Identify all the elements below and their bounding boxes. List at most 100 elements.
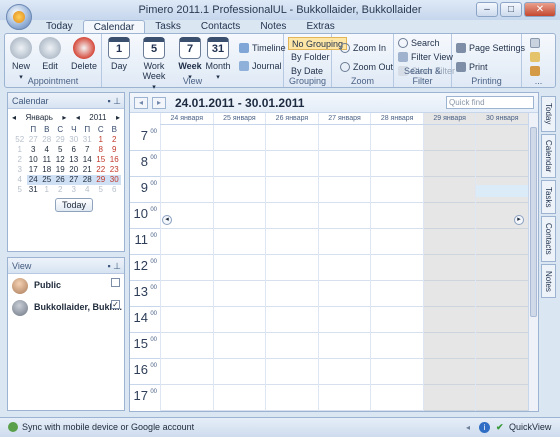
day-cell[interactable]: 5 <box>54 145 68 155</box>
day-cell[interactable]: 30 <box>67 135 81 145</box>
day-cell[interactable]: 22 <box>94 165 108 175</box>
user-checkbox[interactable]: ✓ <box>111 300 120 309</box>
day-cell[interactable]: 16 <box>108 155 122 165</box>
day-cell[interactable]: 15 <box>94 155 108 165</box>
day-header[interactable]: 26 января <box>265 113 318 124</box>
day-cell[interactable]: 4 <box>81 185 95 195</box>
tab-extras[interactable]: Extras <box>296 20 344 34</box>
day-cell[interactable]: 19 <box>54 165 68 175</box>
day-cell-selected[interactable]: 26 <box>53 175 67 185</box>
day-column[interactable] <box>265 125 318 411</box>
vertical-scrollbar[interactable] <box>528 113 538 411</box>
day-cell[interactable]: 2 <box>54 185 68 195</box>
view-item-public[interactable]: Public <box>12 278 122 298</box>
day-cell[interactable]: 8 <box>94 145 108 155</box>
side-tab-notes[interactable]: Notes <box>541 264 556 298</box>
day-header[interactable]: 25 января <box>212 113 266 124</box>
sync-icon[interactable] <box>8 422 18 432</box>
day-cell[interactable]: 27 <box>27 135 41 145</box>
view-item-user[interactable]: Bukkollaider, Bukk... <box>12 300 122 320</box>
copy-button[interactable] <box>530 51 543 64</box>
side-tab-calendar[interactable]: Calendar <box>541 134 556 178</box>
tab-calendar[interactable]: Calendar <box>82 20 146 34</box>
day-header[interactable]: 30 января <box>475 113 529 124</box>
day-cell[interactable]: 2 <box>108 135 122 145</box>
prev-year-button[interactable]: ◂ <box>76 113 80 125</box>
day-cell[interactable]: 4 <box>40 145 54 155</box>
quick-find-input[interactable]: Quick find <box>446 96 534 109</box>
day-cell[interactable]: 31 <box>27 185 41 195</box>
side-tab-contacts[interactable]: Contacts <box>541 216 556 262</box>
cut-button[interactable] <box>530 37 543 50</box>
public-checkbox[interactable] <box>111 278 120 287</box>
day-cell[interactable]: 13 <box>67 155 81 165</box>
day-cell-selected[interactable]: 25 <box>40 175 54 185</box>
tab-today[interactable]: Today <box>36 20 83 34</box>
by-folder-button[interactable]: By Folder <box>291 51 330 64</box>
day-header[interactable]: 27 января <box>317 113 371 124</box>
month-view-button[interactable]: 31 Month ▾ <box>205 37 231 81</box>
journal-button[interactable]: Journal <box>239 60 282 73</box>
day-header[interactable]: 24 января <box>160 113 213 124</box>
day-cell-selected[interactable]: 24 <box>26 175 40 185</box>
new-button[interactable]: New ▾ <box>9 37 33 81</box>
day-cell[interactable]: 31 <box>81 135 95 145</box>
close-button[interactable]: ✕ <box>524 2 556 17</box>
next-week-button[interactable]: ▸ <box>152 97 166 109</box>
day-cell[interactable]: 20 <box>67 165 81 175</box>
side-tab-today[interactable]: Today <box>541 96 556 132</box>
maximize-button[interactable]: □ <box>500 2 522 17</box>
sync-status-text[interactable]: Sync with mobile device or Google accoun… <box>22 418 194 437</box>
day-cell[interactable]: 3 <box>27 145 41 155</box>
day-column-weekend[interactable] <box>422 125 476 411</box>
side-tab-tasks[interactable]: Tasks <box>541 180 556 214</box>
day-cell[interactable]: 5 <box>94 185 108 195</box>
next-appointment-arrow-icon[interactable]: ▸ <box>514 215 524 225</box>
week-view-button[interactable]: 7 Week ▾ <box>178 37 202 81</box>
day-cell[interactable]: 17 <box>27 165 41 175</box>
day-column-weekend[interactable] <box>475 125 529 411</box>
day-cell[interactable]: 10 <box>27 155 41 165</box>
day-cell[interactable]: 1 <box>40 185 54 195</box>
info-icon[interactable]: i <box>479 422 490 433</box>
day-cell[interactable]: 23 <box>108 165 122 175</box>
day-cell[interactable]: 18 <box>40 165 54 175</box>
day-cell[interactable]: 29 <box>54 135 68 145</box>
day-header[interactable]: 28 января <box>370 113 423 124</box>
day-cell[interactable]: 9 <box>108 145 122 155</box>
tab-contacts[interactable]: Contacts <box>191 20 250 34</box>
day-column[interactable] <box>370 125 423 411</box>
month-selector[interactable]: Январь <box>25 113 52 125</box>
tab-tasks[interactable]: Tasks <box>145 20 191 34</box>
day-view-button[interactable]: 1 Day <box>108 37 130 71</box>
day-cell-selected[interactable]: 29 <box>94 175 108 185</box>
week-grid[interactable] <box>160 125 529 411</box>
day-header[interactable]: 29 января <box>422 113 476 124</box>
day-cell[interactable]: 28 <box>40 135 54 145</box>
day-cell[interactable]: 3 <box>67 185 81 195</box>
prev-week-button[interactable]: ◂ <box>134 97 148 109</box>
pin-icon[interactable]: ▪ ⊥ <box>107 258 121 274</box>
prev-appointment-arrow-icon[interactable]: ◂ <box>162 215 172 225</box>
page-settings-button[interactable]: Page Settings <box>456 42 525 55</box>
day-cell[interactable]: 12 <box>54 155 68 165</box>
edit-button[interactable]: Edit <box>38 37 62 71</box>
day-cell[interactable]: 7 <box>81 145 95 155</box>
day-cell-selected[interactable]: 30 <box>107 175 121 185</box>
filter-view-button[interactable]: Filter View <box>398 51 453 64</box>
chevron-left-icon[interactable]: ◂ <box>466 418 470 437</box>
day-cell[interactable]: 6 <box>67 145 81 155</box>
day-cell-selected[interactable]: 28 <box>80 175 94 185</box>
search-button[interactable]: Search <box>398 37 440 50</box>
day-cell[interactable]: 1 <box>94 135 108 145</box>
day-column[interactable] <box>212 125 266 411</box>
zoom-out-button[interactable]: Zoom Out <box>340 61 393 74</box>
delete-button[interactable]: Delete <box>71 37 97 71</box>
day-cell-selected[interactable]: 27 <box>67 175 81 185</box>
day-cell[interactable]: 14 <box>81 155 95 165</box>
day-cell[interactable]: 6 <box>108 185 122 195</box>
minimize-button[interactable]: – <box>476 2 498 17</box>
next-month-button[interactable]: ▸ <box>62 113 66 125</box>
day-column[interactable] <box>160 125 213 411</box>
timeline-button[interactable]: Timeline <box>239 42 286 55</box>
